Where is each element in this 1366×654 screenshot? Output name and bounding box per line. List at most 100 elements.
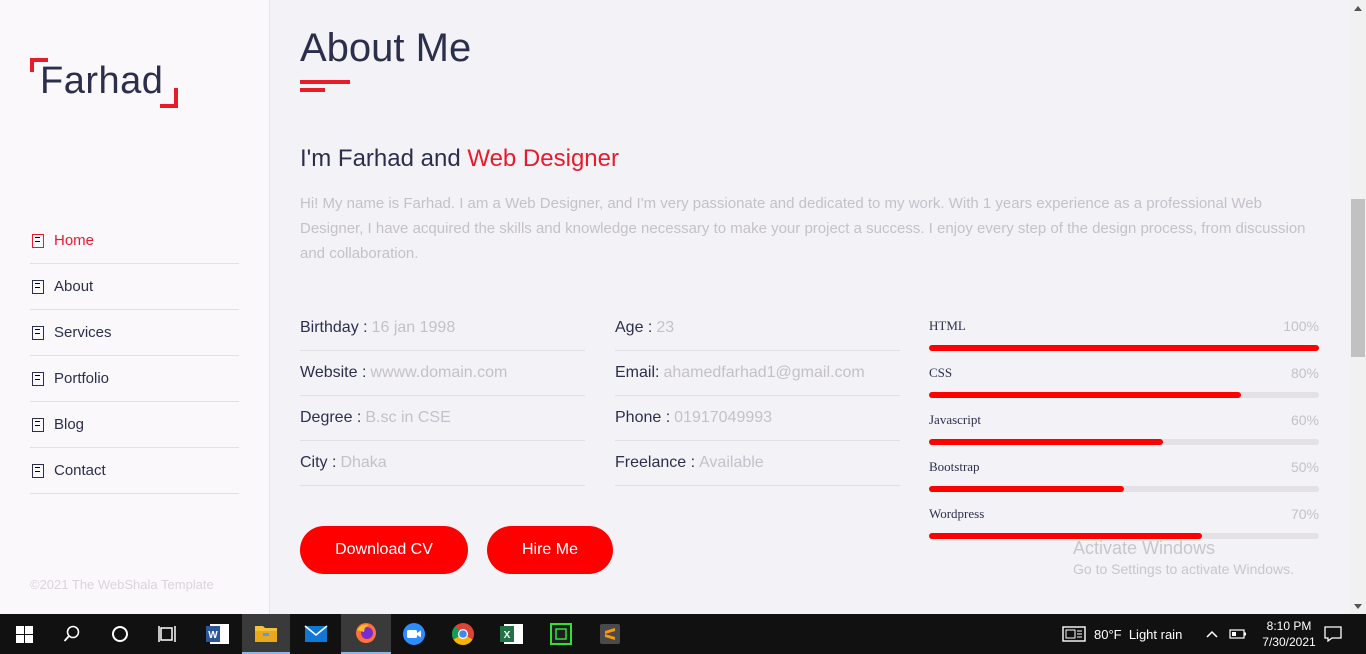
- intro-heading-accent: Web Designer: [467, 145, 619, 172]
- copyright-text: ©2021 The WebShala Template: [30, 577, 214, 592]
- nav-item-home[interactable]: Home: [30, 218, 239, 264]
- clock[interactable]: 8:10 PM 7/30/2021: [1254, 618, 1324, 650]
- skill-percent: 70%: [1290, 506, 1319, 522]
- info-label: Degree :: [300, 409, 362, 426]
- skill-percent: 80%: [1290, 365, 1319, 381]
- user-icon: [32, 279, 44, 294]
- skill-name: CSS: [929, 365, 953, 380]
- info-row-age: Age : 23: [615, 306, 900, 351]
- intro-heading: I'm Farhad and Web Designer: [300, 145, 619, 173]
- search-icon[interactable]: [48, 614, 96, 654]
- nav-label: Services: [54, 324, 112, 341]
- info-value: Dhaka: [340, 454, 387, 471]
- info-row-email: Email: ahamedfarhad1@gmail.com: [615, 351, 900, 396]
- page-title: About Me: [300, 26, 472, 70]
- skill-bar-fill: [929, 439, 1163, 445]
- skill-percent: 50%: [1290, 459, 1319, 475]
- info-row-birthday: Birthday : 16 jan 1998: [300, 306, 585, 351]
- activate-windows-watermark: Activate Windows Go to Settings to activ…: [1073, 538, 1294, 577]
- info-row-freelance: Freelance : Available: [615, 441, 900, 486]
- word-icon[interactable]: W: [194, 614, 242, 654]
- info-list-right: Age : 23 Email: ahamedfarhad1@gmail.com …: [615, 306, 900, 486]
- info-value: 01917049993: [674, 409, 773, 426]
- info-value[interactable]: wwww.domain.com: [370, 364, 507, 382]
- contact-icon: [32, 463, 44, 478]
- scroll-thumb[interactable]: [1351, 199, 1365, 357]
- file-explorer-icon[interactable]: [242, 614, 290, 654]
- logo[interactable]: Farhad: [30, 58, 180, 110]
- clock-date: 7/30/2021: [1262, 635, 1316, 649]
- skill-track: [929, 439, 1319, 445]
- sidebar-nav: Home About Services Portfolio Blog Conta…: [30, 218, 239, 494]
- skill-bar-fill: [929, 345, 1319, 351]
- sublime-icon[interactable]: [586, 614, 634, 654]
- nav-item-contact[interactable]: Contact: [30, 448, 239, 494]
- notification-icon[interactable]: [1324, 614, 1342, 654]
- info-value: B.sc in CSE: [365, 409, 451, 426]
- nav-label: Portfolio: [54, 370, 110, 387]
- hire-me-button[interactable]: Hire Me: [487, 526, 613, 574]
- info-label: Phone :: [615, 409, 671, 426]
- sidebar: Farhad Home About Services Portfolio Blo…: [0, 0, 270, 614]
- chrome-icon[interactable]: [439, 614, 487, 654]
- info-row-phone: Phone : 01917049993: [615, 396, 900, 441]
- skill-track: [929, 345, 1319, 351]
- skill-track: [929, 486, 1319, 492]
- info-value: 16 jan 1998: [371, 319, 456, 336]
- skill-name: Javascript: [929, 412, 981, 427]
- info-row-website: Website : wwww.domain.com: [300, 351, 585, 396]
- info-label: Email:: [615, 364, 660, 381]
- skill-percent: 60%: [1290, 412, 1319, 428]
- skill-percent: 100%: [1283, 318, 1319, 334]
- weather-text: 80°F Light rain: [1094, 626, 1183, 642]
- weather-widget[interactable]: 80°F Light rain: [1062, 614, 1182, 654]
- logo-text: Farhad: [40, 60, 164, 102]
- start-icon[interactable]: [0, 614, 48, 654]
- skill-bar-fill: [929, 392, 1241, 398]
- nav-item-about[interactable]: About: [30, 264, 239, 310]
- watermark-line2: Go to Settings to activate Windows.: [1073, 561, 1294, 577]
- nav-item-services[interactable]: Services: [30, 310, 239, 356]
- firefox-icon[interactable]: [341, 614, 391, 654]
- intro-paragraph: Hi! My name is Farhad. I am a Web Design…: [300, 195, 1306, 262]
- services-icon: [32, 325, 44, 340]
- info-value[interactable]: ahamedfarhad1@gmail.com: [663, 364, 864, 382]
- page-scrollbar[interactable]: [1350, 0, 1366, 614]
- task-view-icon[interactable]: [144, 614, 192, 654]
- svg-text:X: X: [504, 630, 511, 641]
- nav-label: About: [54, 278, 94, 295]
- info-row-degree: Degree : B.sc in CSE: [300, 396, 585, 441]
- about-section: About Me I'm Farhad and Web Designer Hi!…: [270, 0, 1350, 614]
- title-underline-short: [300, 88, 325, 92]
- skill-name: Wordpress: [929, 506, 985, 521]
- terminal-icon[interactable]: [537, 614, 585, 654]
- title-underline: [300, 80, 350, 84]
- skill-name: HTML: [929, 318, 966, 333]
- skills-list: HTML 100% CSS 80% Javascript 60% Bootstr…: [929, 316, 1319, 551]
- info-value: 23: [656, 319, 675, 336]
- download-cv-button[interactable]: Download CV: [300, 526, 468, 574]
- cortana-icon[interactable]: [96, 614, 144, 654]
- excel-icon[interactable]: X: [488, 614, 536, 654]
- skill-bar-fill: [929, 486, 1124, 492]
- scroll-down-icon[interactable]: [1350, 598, 1366, 614]
- info-label: Website :: [300, 364, 367, 381]
- scroll-up-icon[interactable]: [1350, 0, 1366, 16]
- info-value: Available: [699, 454, 764, 471]
- info-label: Freelance :: [615, 454, 696, 471]
- skill-javascript: Javascript 60%: [929, 410, 1319, 457]
- clock-time: 8:10 PM: [1266, 619, 1312, 633]
- info-label: Birthday :: [300, 319, 368, 336]
- watermark-line1: Activate Windows: [1073, 538, 1216, 558]
- battery-icon[interactable]: [1229, 614, 1247, 654]
- logo-corner-bottom-right: [160, 88, 178, 108]
- zoom-icon[interactable]: [390, 614, 438, 654]
- nav-label: Contact: [54, 462, 106, 479]
- mail-icon[interactable]: [292, 614, 340, 654]
- skill-name: Bootstrap: [929, 459, 980, 474]
- info-label: City :: [300, 454, 337, 471]
- blog-icon: [32, 417, 44, 432]
- nav-item-blog[interactable]: Blog: [30, 402, 239, 448]
- nav-item-portfolio[interactable]: Portfolio: [30, 356, 239, 402]
- chevron-up-icon[interactable]: [1206, 614, 1218, 654]
